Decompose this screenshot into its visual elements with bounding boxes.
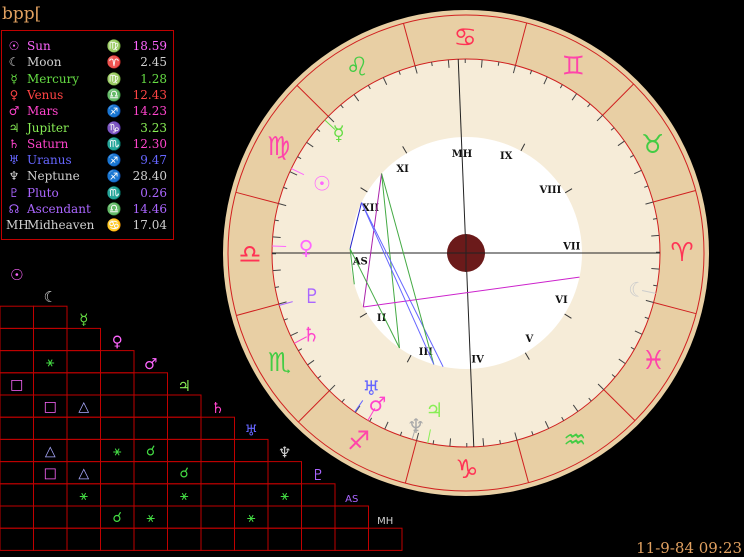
house-label: VI: [554, 295, 568, 306]
planet-glyph-icon: ♀: [299, 235, 314, 259]
degree-tick: [274, 286, 280, 288]
degree-tick: [652, 218, 658, 220]
house-label: VII: [562, 242, 580, 253]
zodiac-sign-icon: ♍: [267, 132, 290, 162]
house-label: V: [525, 334, 534, 345]
zodiac-sign-icon: ♎: [238, 240, 261, 270]
planet-marker: [272, 245, 287, 248]
degree-tick: [499, 439, 501, 445]
zodiac-sign-icon: ♋: [453, 23, 476, 53]
degree-tick: [480, 59, 483, 68]
degree-tick: [651, 267, 660, 270]
house-label: XI: [396, 164, 409, 175]
planet-glyph-icon: ♇: [303, 284, 321, 308]
degree-tick: [497, 61, 500, 66]
house-label: MH: [452, 149, 473, 160]
planet-glyph-icon: ☉: [313, 171, 331, 195]
degree-tick: [272, 236, 281, 239]
house-label: VIII: [539, 185, 562, 196]
degree-tick: [274, 219, 279, 222]
zodiac-sign-icon: ♒: [563, 426, 586, 456]
planet-glyph-icon: ☾: [628, 277, 646, 301]
zodiac-sign-icon: ♌: [346, 52, 369, 82]
degree-tick: [431, 61, 433, 67]
house-label: IV: [471, 354, 484, 365]
degree-tick: [432, 440, 435, 445]
zodiac-sign-icon: ♑: [455, 455, 478, 485]
planet-glyph-icon: ♅: [362, 376, 380, 400]
chart-datetime: 11-9-84 09:23: [636, 539, 742, 557]
zodiac-sign-icon: ♐: [347, 426, 370, 456]
zodiac-sign-icon: ♓: [642, 346, 665, 376]
degree-tick: [653, 284, 658, 287]
degree-tick: [449, 438, 452, 447]
zodiac-sign-icon: ♈: [670, 238, 693, 268]
horoscope-wheel: ♈♉♊♋♌♍♎♏♐♑♒♓MHXIXIIASIIIIIIVVVIVIIVIIIIX…: [223, 10, 709, 496]
zodiac-sign-icon: ♏: [268, 348, 291, 378]
zodiac-sign-icon: ♉: [641, 130, 664, 160]
planet-glyph-icon: ☿: [332, 121, 344, 145]
planet-glyph-icon: ♃: [425, 398, 443, 422]
house-label: IX: [500, 151, 513, 162]
planet-glyph-icon: ♄: [302, 322, 320, 346]
zodiac-sign-icon: ♊: [562, 52, 585, 82]
